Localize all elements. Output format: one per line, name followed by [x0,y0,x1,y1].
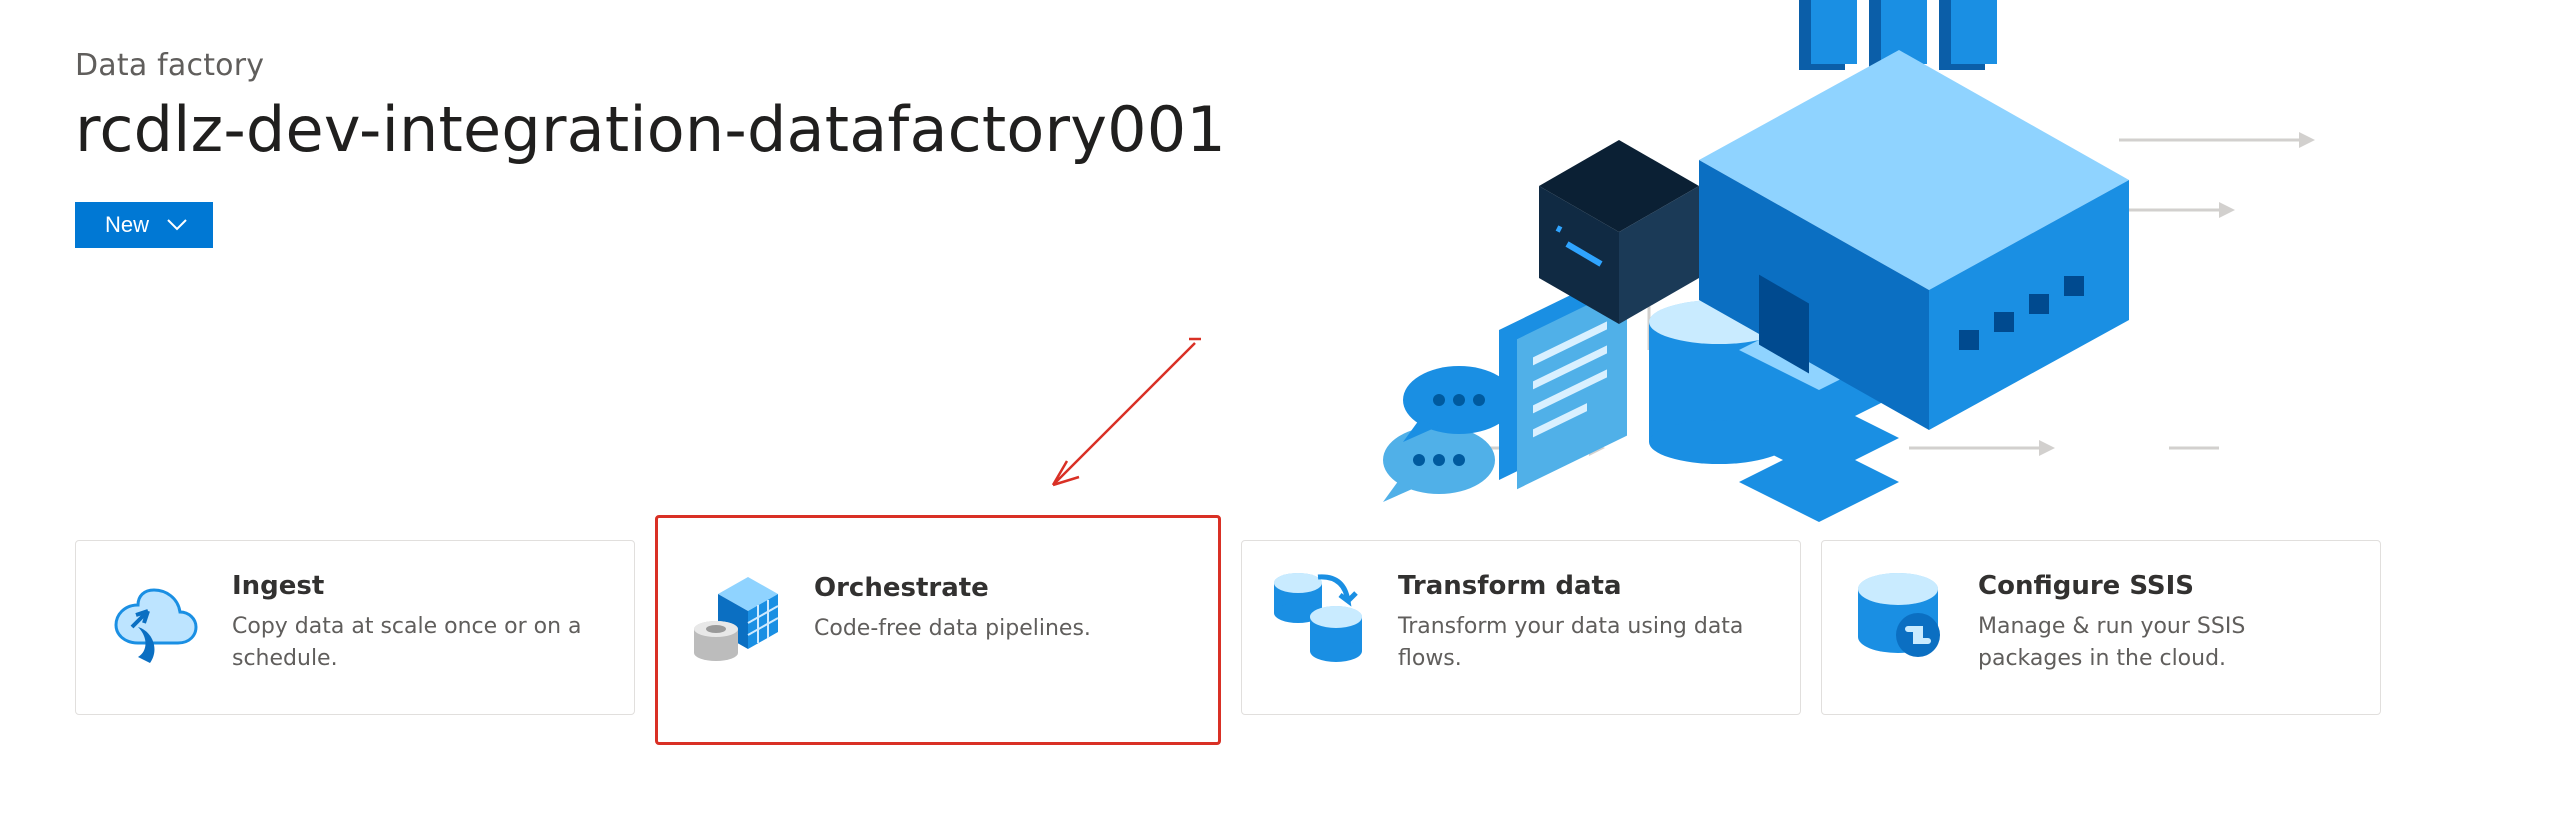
new-button-label: New [105,212,149,238]
card-orchestrate[interactable]: Orchestrate Code-free data pipelines. [655,515,1221,745]
annotation-arrow [1035,335,1205,505]
cube-grid-icon [690,573,786,669]
card-ingest[interactable]: Ingest Copy data at scale once or on a s… [75,540,635,715]
chevron-down-icon [167,219,187,231]
card-description: Code-free data pipelines. [814,613,1186,645]
resource-name-title: rcdlz-dev-integration-datafactory001 [75,93,2549,166]
action-cards: Ingest Copy data at scale once or on a s… [75,540,2381,745]
card-description: Transform your data using data flows. [1398,611,1768,675]
card-transform[interactable]: Transform data Transform your data using… [1241,540,1801,715]
card-title: Transform data [1398,571,1768,601]
card-ssis[interactable]: Configure SSIS Manage & run your SSIS pa… [1821,540,2381,715]
card-title: Ingest [232,571,602,601]
card-description: Manage & run your SSIS packages in the c… [1978,611,2348,675]
card-description: Copy data at scale once or on a schedule… [232,611,602,675]
card-title: Configure SSIS [1978,571,2348,601]
new-button[interactable]: New [75,202,213,248]
database-transform-icon [1274,571,1370,667]
card-title: Orchestrate [814,573,1186,603]
cloud-upload-icon [108,571,204,667]
page-header: Data factory rcdlz-dev-integration-dataf… [0,0,2549,248]
database-ssis-icon [1854,571,1950,667]
resource-type-label: Data factory [75,48,2549,83]
